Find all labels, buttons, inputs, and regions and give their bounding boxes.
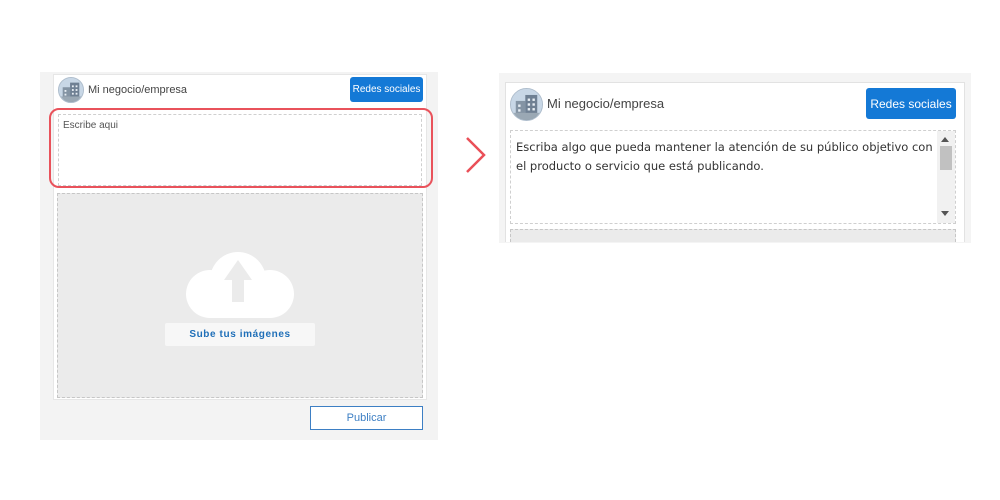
image-upload-dropzone-partial — [510, 229, 956, 242]
building-avatar-icon — [510, 88, 543, 121]
scroll-down-arrow-icon[interactable] — [941, 211, 949, 216]
profile-name: Mi negocio/empresa — [547, 96, 665, 111]
upload-images-button[interactable]: Sube tus imágenes — [165, 323, 315, 346]
chevron-right-icon — [466, 137, 486, 173]
textarea-scrollbar[interactable] — [937, 131, 955, 223]
publish-button[interactable]: Publicar — [310, 406, 423, 430]
building-avatar-icon — [58, 77, 84, 103]
profile-name: Mi negocio/empresa — [88, 84, 188, 96]
social-networks-button[interactable]: Redes sociales — [350, 77, 423, 102]
scrollbar-thumb[interactable] — [940, 146, 952, 170]
scroll-up-arrow-icon[interactable] — [941, 137, 949, 142]
cloud-upload-icon — [186, 252, 294, 318]
social-networks-button[interactable]: Redes sociales — [866, 88, 956, 119]
post-text-content: Escriba algo que pueda mantener la atenc… — [516, 140, 933, 173]
textarea-highlight-outline — [49, 108, 433, 188]
